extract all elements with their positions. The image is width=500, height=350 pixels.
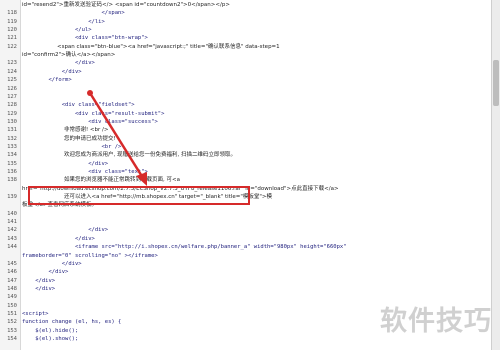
code-text: $(el).show(); <box>22 336 79 342</box>
vertical-scrollbar[interactable] <box>491 0 500 350</box>
watermark-text: 软件技巧 <box>380 306 492 337</box>
line-number: 154 <box>7 336 17 342</box>
highlight-box <box>28 186 250 205</box>
code-editor[interactable]: id="resend2">重新发送验证码</> <span id="countd… <box>0 0 492 350</box>
scrollbar-thumb[interactable] <box>493 60 499 106</box>
